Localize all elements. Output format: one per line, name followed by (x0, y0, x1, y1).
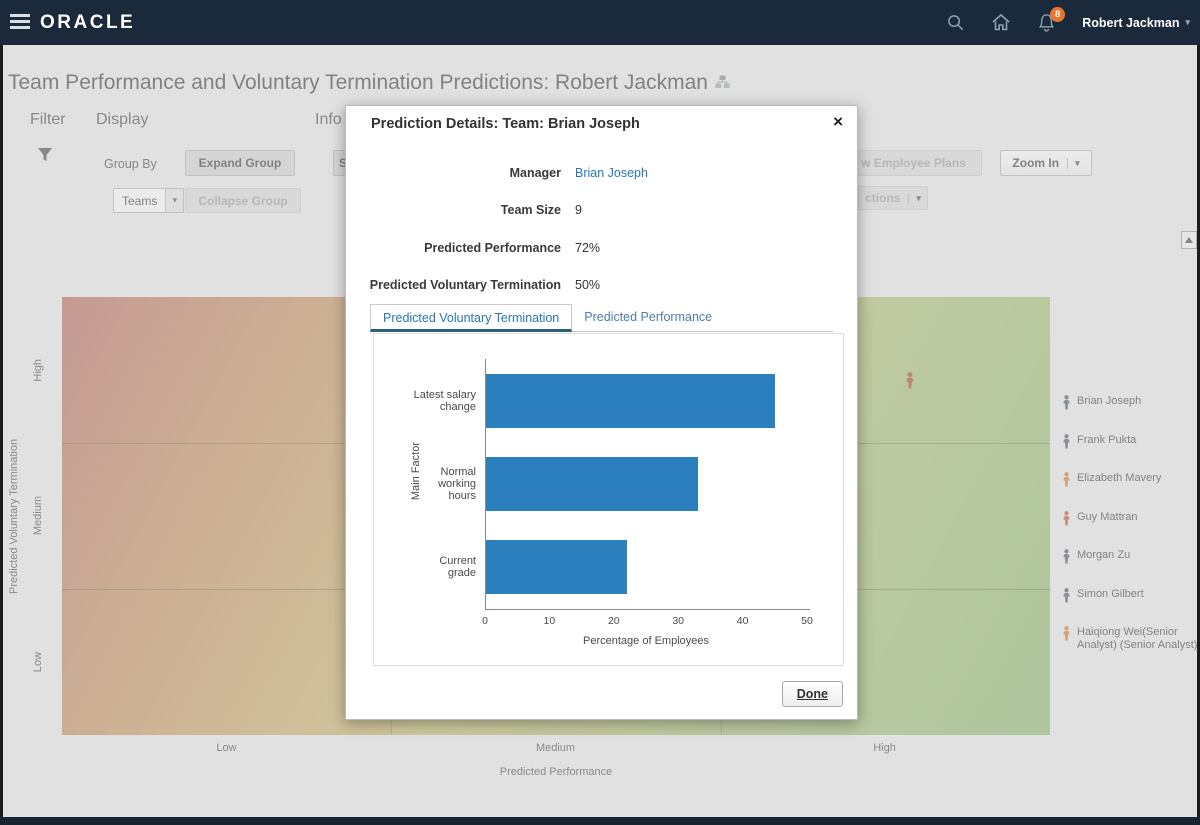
field-row-team-size: Team Size 9 (346, 192, 857, 230)
top-navigation-bar: ORACLE 8 Robert Jackman ▾ (0, 0, 1200, 45)
prediction-details-dialog: Prediction Details: Team: Brian Joseph ×… (345, 105, 858, 720)
bar[interactable] (486, 374, 775, 428)
field-row-manager: Manager Brian Joseph (346, 154, 857, 192)
notifications-bell-icon[interactable]: 8 (1037, 13, 1056, 33)
field-row-predicted-performance: Predicted Performance 72% (346, 229, 857, 267)
x-tick-label: 0 (482, 615, 488, 627)
x-tick-label: 10 (544, 615, 556, 627)
bar-category-label: Current grade (412, 555, 476, 579)
home-icon[interactable] (991, 13, 1011, 32)
bar-row: Normal working hours (486, 457, 807, 511)
bar-plot: Latest salary change Normal working hours… (485, 359, 807, 609)
close-icon[interactable]: × (833, 112, 843, 132)
tab-predicted-performance[interactable]: Predicted Performance (572, 304, 724, 331)
manager-link[interactable]: Brian Joseph (575, 166, 648, 180)
tab-predicted-voluntary-termination[interactable]: Predicted Voluntary Termination (370, 304, 572, 332)
user-name: Robert Jackman (1082, 16, 1179, 30)
window-edge (0, 0, 3, 825)
hamburger-menu-icon[interactable] (10, 14, 30, 32)
bottom-bar (0, 817, 1200, 825)
bar[interactable] (486, 457, 698, 511)
x-tick-label: 40 (737, 615, 749, 627)
bar-row: Latest salary change (486, 374, 807, 428)
detail-fields: Manager Brian Joseph Team Size 9 Predict… (346, 154, 857, 304)
field-row-predicted-voluntary-termination: Predicted Voluntary Termination 50% (346, 267, 857, 305)
done-button[interactable]: Done (782, 681, 843, 707)
chart-x-axis-line (485, 609, 810, 610)
x-tick-label: 50 (801, 615, 813, 627)
x-ticks: 01020304050 (485, 615, 807, 629)
chevron-down-icon: ▾ (1185, 17, 1190, 28)
bar-category-label: Normal working hours (412, 466, 476, 502)
chart-x-axis-title: Percentage of Employees (485, 635, 807, 647)
dialog-tabs: Predicted Voluntary Termination Predicte… (370, 304, 833, 332)
x-tick-label: 30 (672, 615, 684, 627)
search-icon[interactable] (946, 13, 965, 32)
bar[interactable] (486, 540, 627, 594)
x-tick-label: 20 (608, 615, 620, 627)
bar-category-label: Latest salary change (412, 389, 476, 413)
user-menu[interactable]: Robert Jackman ▾ (1082, 16, 1190, 30)
main-factor-bar-chart: Main Factor Latest salary changeNormal w… (373, 333, 844, 666)
oracle-logo: ORACLE (40, 0, 135, 45)
dialog-title: Prediction Details: Team: Brian Joseph (371, 116, 640, 132)
notification-count-badge: 8 (1050, 7, 1065, 22)
bar-row: Current grade (486, 540, 807, 594)
